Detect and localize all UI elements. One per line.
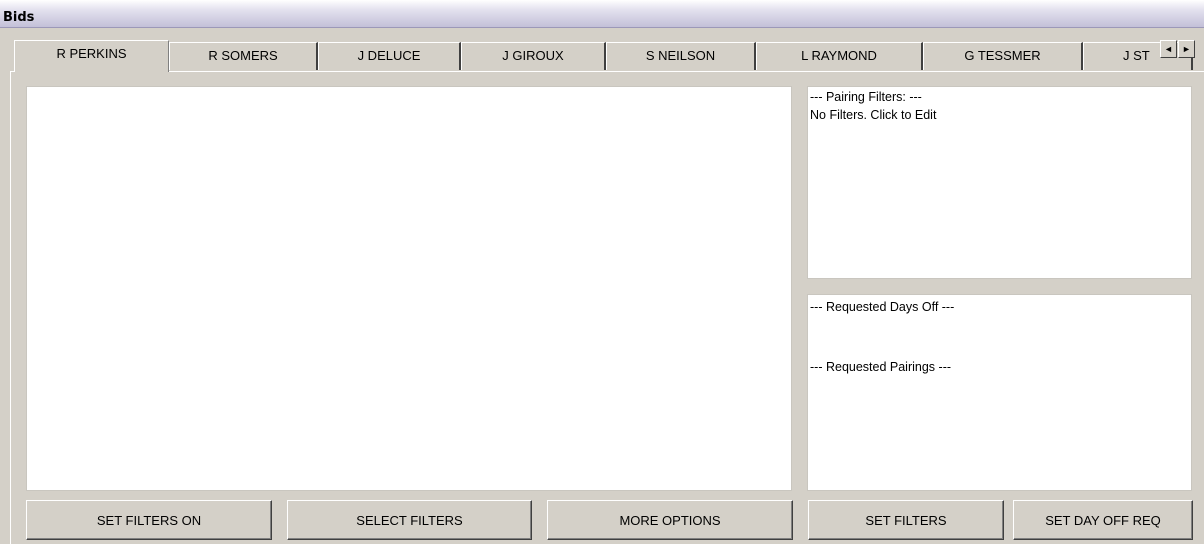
- requests-pane[interactable]: --- Requested Days Off --- --- Requested…: [807, 294, 1192, 491]
- tab-r-somers[interactable]: R SOMERS: [169, 42, 318, 70]
- tab-g-tessmer[interactable]: G TESSMER: [923, 42, 1083, 70]
- set-filters-button[interactable]: SET FILTERS: [808, 500, 1004, 540]
- pairing-filters-heading: --- Pairing Filters: ---: [810, 90, 922, 104]
- pilot-tab-strip: R PERKINS R SOMERS J DELUCE J GIROUX S N…: [10, 40, 1204, 72]
- tab-j-deluce[interactable]: J DELUCE: [318, 42, 461, 70]
- tab-scroll-right-button[interactable]: ►: [1178, 40, 1195, 58]
- arrow-left-icon: ◄: [1164, 43, 1173, 54]
- requested-days-off-heading: --- Requested Days Off ---: [810, 300, 955, 314]
- tab-r-perkins[interactable]: R PERKINS: [14, 40, 169, 72]
- pairing-filters-text[interactable]: No Filters. Click to Edit: [810, 108, 936, 122]
- tab-j-giroux[interactable]: J GIROUX: [461, 42, 606, 70]
- bid-list-pane[interactable]: [26, 86, 792, 491]
- requested-pairings-heading: --- Requested Pairings ---: [810, 360, 952, 374]
- window-titlebar: Bids: [0, 0, 1204, 28]
- more-options-button[interactable]: MORE OPTIONS: [547, 500, 793, 540]
- window-title: Bids: [3, 10, 35, 25]
- tab-scroll-left-button[interactable]: ◄: [1160, 40, 1177, 58]
- select-filters-button[interactable]: SELECT FILTERS: [287, 500, 532, 540]
- tab-l-raymond[interactable]: L RAYMOND: [756, 42, 923, 70]
- pairing-filters-pane[interactable]: --- Pairing Filters: --- No Filters. Cli…: [807, 86, 1192, 279]
- tab-s-neilson[interactable]: S NEILSON: [606, 42, 756, 70]
- set-filters-on-button[interactable]: SET FILTERS ON: [26, 500, 272, 540]
- set-day-off-req-button[interactable]: SET DAY OFF REQ: [1013, 500, 1193, 540]
- arrow-right-icon: ►: [1182, 43, 1191, 54]
